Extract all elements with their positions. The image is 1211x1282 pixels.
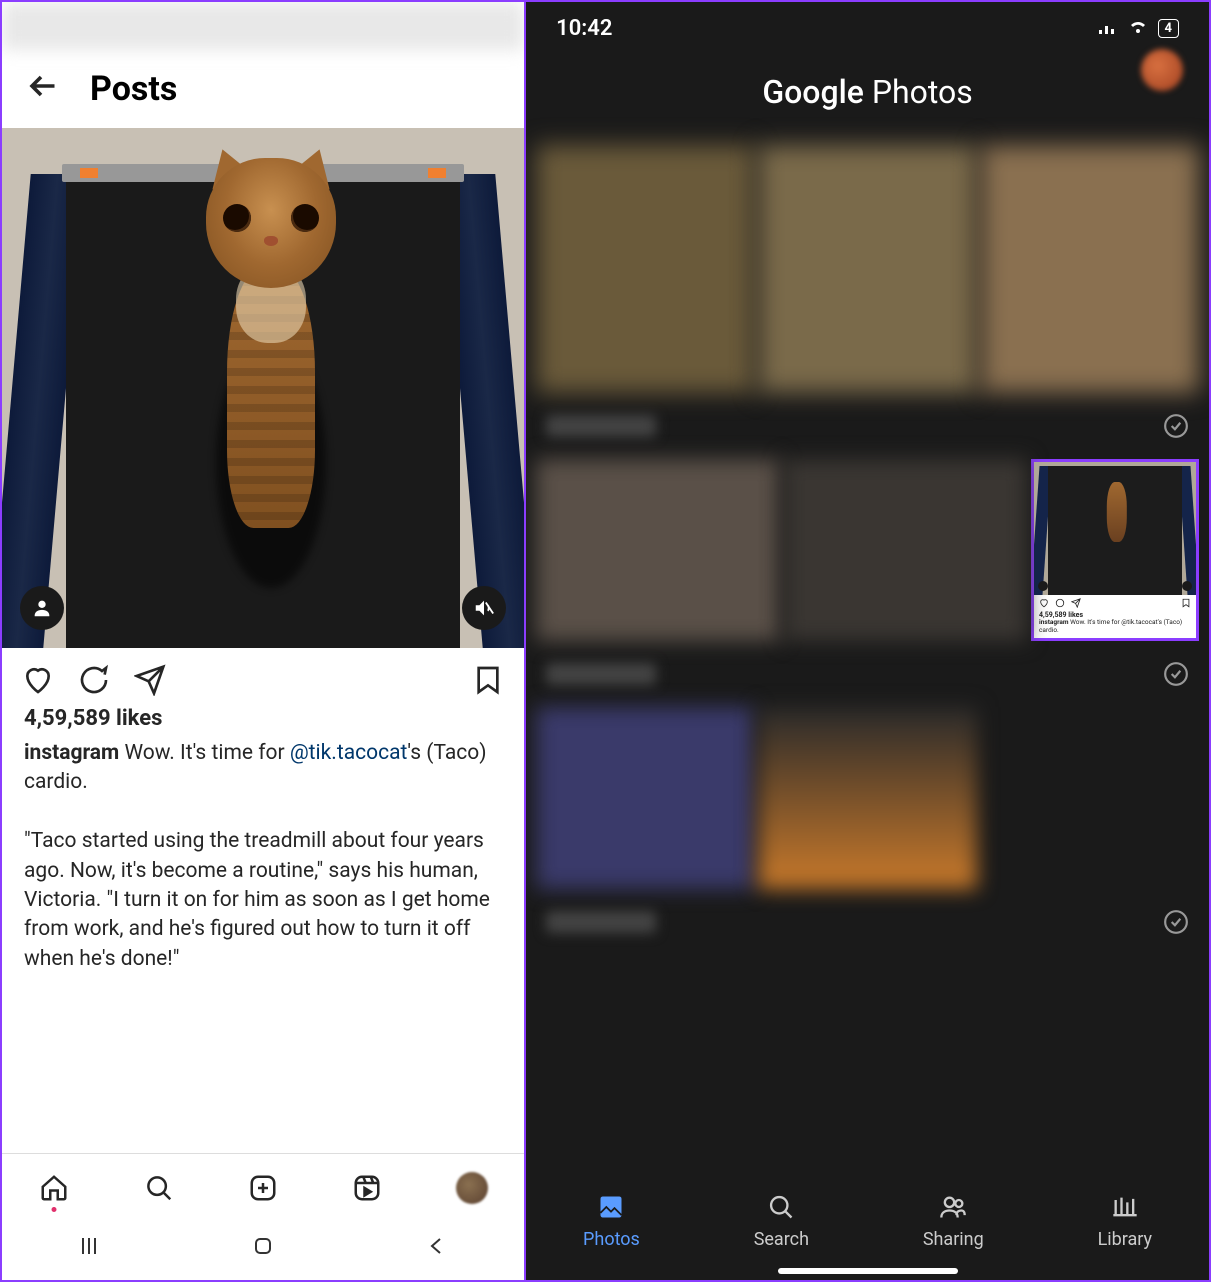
photo-thumb[interactable] [784, 459, 1027, 641]
android-recents[interactable] [75, 1232, 103, 1260]
ig-bottom-nav [2, 1153, 524, 1212]
nav-reels[interactable] [351, 1172, 383, 1204]
save-button[interactable] [472, 664, 504, 696]
caption-username[interactable]: instagram [24, 741, 119, 765]
account-avatar[interactable] [1141, 49, 1183, 91]
photo-thumb[interactable] [536, 707, 754, 889]
nav-photos[interactable]: Photos [583, 1193, 640, 1250]
section-header [526, 893, 1209, 951]
signal-icon [1098, 16, 1118, 41]
comment-button[interactable] [78, 664, 110, 696]
post-media[interactable] [2, 128, 524, 648]
section-header [526, 645, 1209, 703]
screenshot-thumb-highlighted[interactable]: 4,59,589 likes instagram Wow. It's time … [1031, 459, 1199, 641]
section-title [546, 663, 656, 685]
section-title [546, 911, 656, 933]
status-bar [2, 2, 524, 50]
gp-header: Google PhotosPhotos [526, 49, 1209, 141]
post-actions [2, 648, 524, 706]
photo-thumb[interactable] [981, 707, 1199, 889]
nav-sharing[interactable]: Sharing [923, 1193, 984, 1250]
nav-home[interactable] [38, 1172, 70, 1204]
instagram-screen: Posts [2, 2, 526, 1280]
select-all-icon[interactable] [1163, 413, 1189, 439]
section-title [546, 415, 656, 437]
battery-icon: 4 [1158, 19, 1179, 38]
select-all-icon[interactable] [1163, 909, 1189, 935]
like-button[interactable] [22, 664, 54, 696]
notification-dot [52, 1207, 57, 1212]
android-home[interactable] [249, 1232, 277, 1260]
photo-thumb[interactable] [536, 459, 779, 641]
share-button[interactable] [134, 664, 166, 696]
photo-row [526, 703, 1209, 893]
status-time: 10:42 [556, 16, 612, 41]
post-caption: instagram Wow. It's time for @tik.tacoca… [2, 739, 524, 990]
mini-post-image [1034, 462, 1196, 595]
photo-thumb[interactable] [758, 145, 976, 393]
status-bar: 10:42 4 [526, 2, 1209, 49]
nav-create[interactable] [247, 1172, 279, 1204]
section-header [526, 397, 1209, 455]
nav-search[interactable] [143, 1172, 175, 1204]
post-image [2, 128, 524, 648]
home-indicator[interactable] [778, 1268, 958, 1274]
caption-mention[interactable]: @tik.tacocat [290, 741, 408, 765]
mute-icon[interactable] [462, 586, 506, 630]
ig-header: Posts [2, 50, 524, 128]
caption-body: "Taco started using the treadmill about … [24, 829, 490, 971]
select-all-icon[interactable] [1163, 661, 1189, 687]
photo-thumb[interactable] [981, 145, 1199, 393]
app-title: Google PhotosPhotos [762, 73, 972, 111]
likes-count[interactable]: 4,59,589 likes [2, 706, 524, 739]
mini-actions [1034, 595, 1196, 611]
avatar [456, 1172, 488, 1204]
photo-thumb[interactable] [758, 707, 976, 889]
nav-search[interactable]: Search [754, 1193, 809, 1250]
tagged-people-icon[interactable] [20, 586, 64, 630]
photo-thumb[interactable] [536, 145, 754, 393]
back-button[interactable] [26, 68, 62, 110]
nav-profile[interactable] [456, 1172, 488, 1204]
photo-row [526, 141, 1209, 397]
google-photos-screen: 10:42 4 Google PhotosPhotos [526, 2, 1209, 1280]
page-title: Posts [90, 69, 177, 109]
photo-row: 4,59,589 likes instagram Wow. It's time … [526, 455, 1209, 645]
gp-bottom-nav: Photos Search Sharing Library [526, 1177, 1209, 1258]
mini-caption: instagram Wow. It's time for @tik.tacoca… [1034, 619, 1196, 638]
android-back[interactable] [423, 1232, 451, 1260]
wifi-icon [1128, 16, 1148, 41]
android-system-nav [2, 1212, 524, 1280]
nav-library[interactable]: Library [1098, 1193, 1153, 1250]
